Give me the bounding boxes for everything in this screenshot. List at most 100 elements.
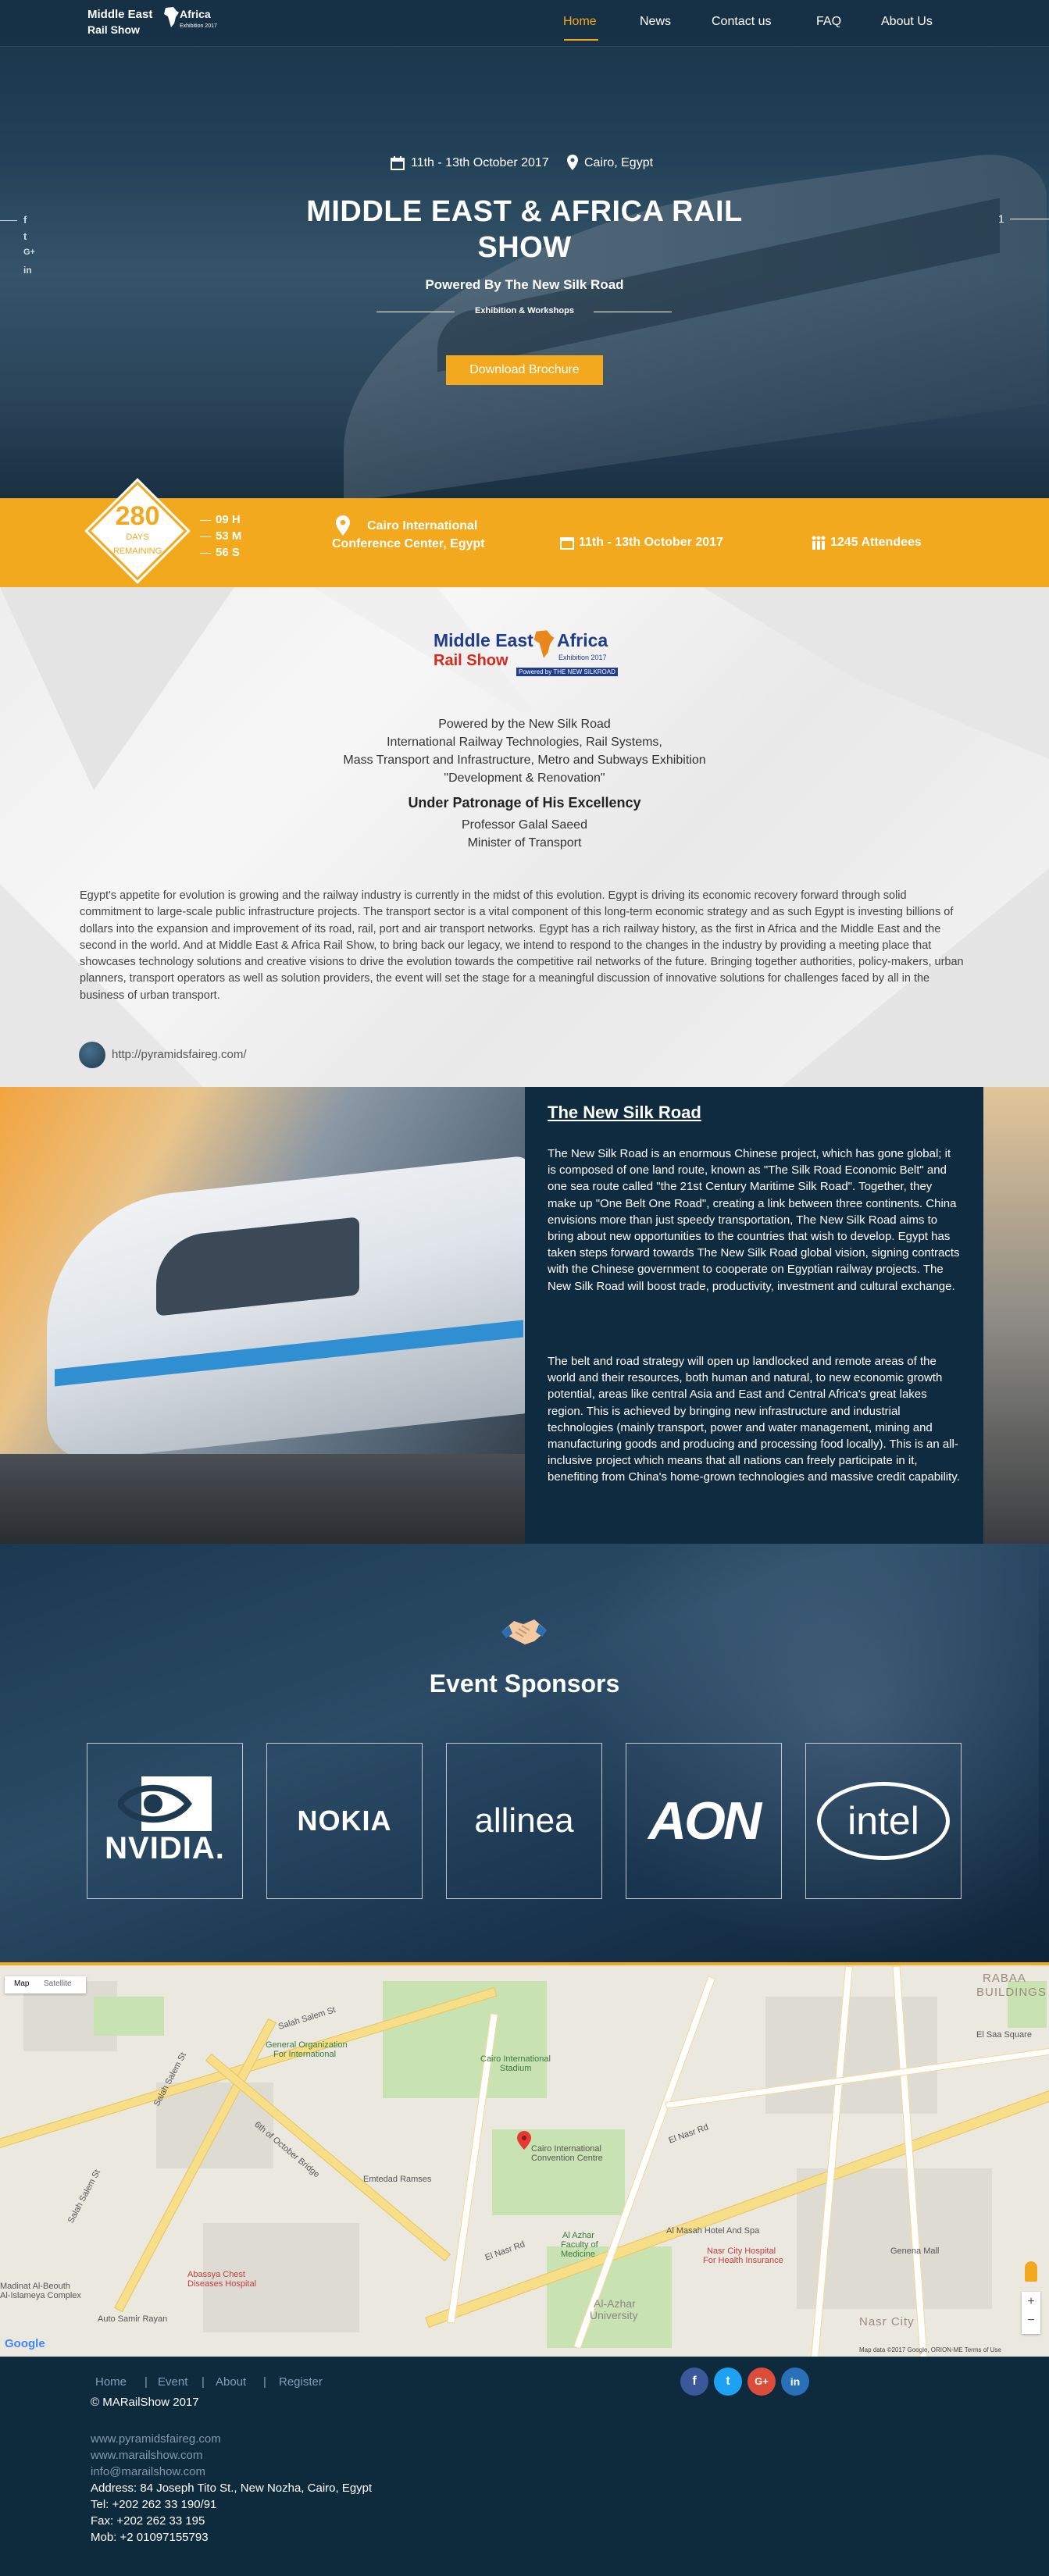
map-label-genena-mall: Genena Mall — [890, 2246, 940, 2256]
facebook-icon[interactable]: f — [23, 214, 36, 226]
map-label-nasr-city-hospital-2: For Health Insurance — [703, 2256, 783, 2265]
nvidia-eye-icon — [118, 1776, 212, 1831]
days-remaining-count: 280 — [115, 501, 160, 531]
footer-link-register[interactable]: Register — [279, 2375, 323, 2389]
footer-separator: | — [202, 2375, 205, 2389]
globe-icon — [79, 1042, 105, 1068]
about-line-2: International Railway Technologies, Rail… — [387, 736, 662, 749]
nokia-logo: NOKIA — [297, 1805, 392, 1837]
logo-text-exhibition: Exhibition 2017 — [180, 23, 217, 29]
logo-africa: Africa — [557, 630, 608, 650]
countdown-dash — [200, 520, 211, 521]
map-attribution[interactable]: Map data ©2017 Google, ORION-ME Terms of… — [859, 2346, 1001, 2353]
footer-twitter-icon[interactable]: t — [714, 2368, 742, 2396]
allinea-logo: allinea — [474, 1801, 574, 1840]
hero-title: MIDDLE EAST & AFRICA RAIL SHOW — [234, 194, 815, 265]
footer-email[interactable]: info@marailshow.com — [91, 2465, 205, 2478]
footer-facebook-icon[interactable]: f — [680, 2368, 708, 2396]
countdown-dash — [200, 536, 211, 537]
sponsor-intel[interactable]: intel — [805, 1743, 962, 1899]
sponsor-nvidia[interactable]: NVIDIA. — [87, 1743, 243, 1899]
sponsor-nokia[interactable]: NOKIA — [266, 1743, 423, 1899]
sponsor-aon[interactable]: AON — [626, 1743, 782, 1899]
footer-link-home[interactable]: Home — [95, 2375, 127, 2389]
map-label-salah-salem-3: Salah Salem St — [66, 2168, 103, 2225]
nav-home[interactable]: Home — [563, 15, 597, 29]
patronage-heading: Under Patronage of His Excellency — [408, 795, 641, 811]
footer-link-about[interactable]: About — [216, 2375, 246, 2389]
map-label-masah-hotel: Al Masah Hotel And Spa — [666, 2226, 760, 2236]
silk-road-title: The New Silk Road — [548, 1103, 701, 1122]
africa-map-icon — [164, 7, 179, 27]
website-link[interactable]: http://pyramidsfaireg.com/ — [112, 1048, 247, 1061]
nav-contact-us[interactable]: Contact us — [712, 15, 771, 29]
countdown-dash — [200, 553, 211, 554]
africa-map-icon — [533, 630, 555, 658]
logo-text-africa: Africa — [180, 8, 211, 20]
footer-site-pyramids[interactable]: www.pyramidsfaireg.com — [91, 2432, 221, 2446]
silk-side-photo — [983, 1087, 1049, 1544]
train-body-shape — [47, 1155, 525, 1464]
footer-google-plus-icon[interactable]: G+ — [748, 2368, 776, 2396]
footer-mobile: Mob: +2 01097155793 — [91, 2531, 209, 2544]
nvidia-wordmark: NVIDIA. — [105, 1830, 225, 1865]
map-label-org-2: For International — [273, 2050, 337, 2059]
silk-road-paragraph-2: The belt and road strategy will open up … — [548, 1355, 960, 1484]
social-line — [0, 220, 17, 221]
silk-road-paragraph-1: The New Silk Road is an enormous Chinese… — [548, 1147, 960, 1293]
map-label-convention-2: Convention Centre — [531, 2154, 603, 2163]
map-label-auto-samir: Auto Samir Rayan — [98, 2314, 168, 2324]
footer-fax: Fax: +202 262 33 195 — [91, 2514, 205, 2528]
hero-exhibition-label: Exhibition & Workshops — [475, 306, 574, 315]
map-label-el-saa-square: El Saa Square — [976, 2030, 1032, 2040]
map-label-abassya-2: Diseases Hospital — [187, 2279, 257, 2289]
twitter-icon[interactable]: t — [23, 230, 36, 243]
footer-linkedin-icon[interactable]: in — [781, 2368, 809, 2396]
map-label-madinat-2: Al-Islameya Complex — [0, 2291, 81, 2300]
patron-name: Professor Galal Saeed — [462, 818, 587, 832]
attendees-count: 1245 Attendees — [830, 536, 922, 549]
slide-number[interactable]: 1 — [998, 212, 1004, 225]
footer-link-event[interactable]: Event — [158, 2375, 187, 2389]
nav-faq[interactable]: FAQ — [816, 15, 841, 29]
zoom-in-icon[interactable]: + — [1022, 2295, 1040, 2309]
street-view-pegman-icon[interactable] — [1025, 2261, 1037, 2282]
countdown-hours: 09 H — [216, 513, 241, 526]
map-marker-icon[interactable] — [517, 2131, 531, 2150]
map-type-map[interactable]: Map — [14, 1979, 29, 1988]
map-label-abassya: Abassya Chest — [187, 2270, 245, 2279]
countdown-seconds: 56 S — [216, 546, 240, 559]
site-logo[interactable]: Middle East Rail Show Africa Exhibition … — [87, 6, 224, 41]
map-type-control[interactable]: Map Satellite — [5, 1976, 86, 1993]
venue-line2: Conference Center, Egypt — [332, 537, 485, 550]
footer-separator: | — [263, 2375, 266, 2389]
calendar-icon — [391, 156, 405, 170]
google-plus-icon[interactable]: G+ — [23, 248, 36, 260]
map-label-stadium: Cairo International — [480, 2054, 551, 2064]
map-zoom-control[interactable]: + − — [1022, 2292, 1040, 2334]
map-label-azhar-2: Faculty of — [561, 2240, 598, 2250]
attendees-icon — [812, 536, 826, 550]
about-line-1: Powered by the New Silk Road — [438, 718, 611, 731]
nav-about-us[interactable]: About Us — [881, 15, 933, 29]
venue-pin-icon — [336, 515, 350, 536]
map-label-nasr-city: Nasr City — [859, 2315, 915, 2328]
intel-logo: intel — [806, 1744, 961, 1898]
footer-address: Address: 84 Joseph Tito St., New Nozha, … — [91, 2482, 373, 2495]
map-label-rabaa-2: BUILDINGS — [976, 1986, 1047, 1999]
zoom-out-icon[interactable]: − — [1022, 2314, 1040, 2328]
footer-tel: Tel: +202 262 33 190/91 — [91, 2498, 217, 2511]
logo-exhibition: Exhibition 2017 — [558, 654, 607, 661]
map-label-azhar-university: Al-Azhar — [594, 2297, 636, 2310]
linkedin-icon[interactable]: in — [23, 265, 36, 277]
map-type-satellite[interactable]: Satellite — [44, 1979, 72, 1988]
footer-site-marailshow[interactable]: www.marailshow.com — [91, 2449, 202, 2462]
patron-role: Minister of Transport — [467, 836, 582, 850]
map-label-el-nasr: El Nasr Rd — [667, 2122, 710, 2146]
nav-news[interactable]: News — [640, 15, 671, 29]
download-brochure-button[interactable]: Download Brochure — [446, 355, 603, 385]
location-pin-icon — [567, 155, 578, 170]
sponsor-allinea[interactable]: allinea — [446, 1743, 602, 1899]
map-label-convention: Cairo International — [531, 2144, 601, 2154]
location-map[interactable]: Salah Salem St Salah Salem St Salah Sale… — [0, 1962, 1049, 2357]
